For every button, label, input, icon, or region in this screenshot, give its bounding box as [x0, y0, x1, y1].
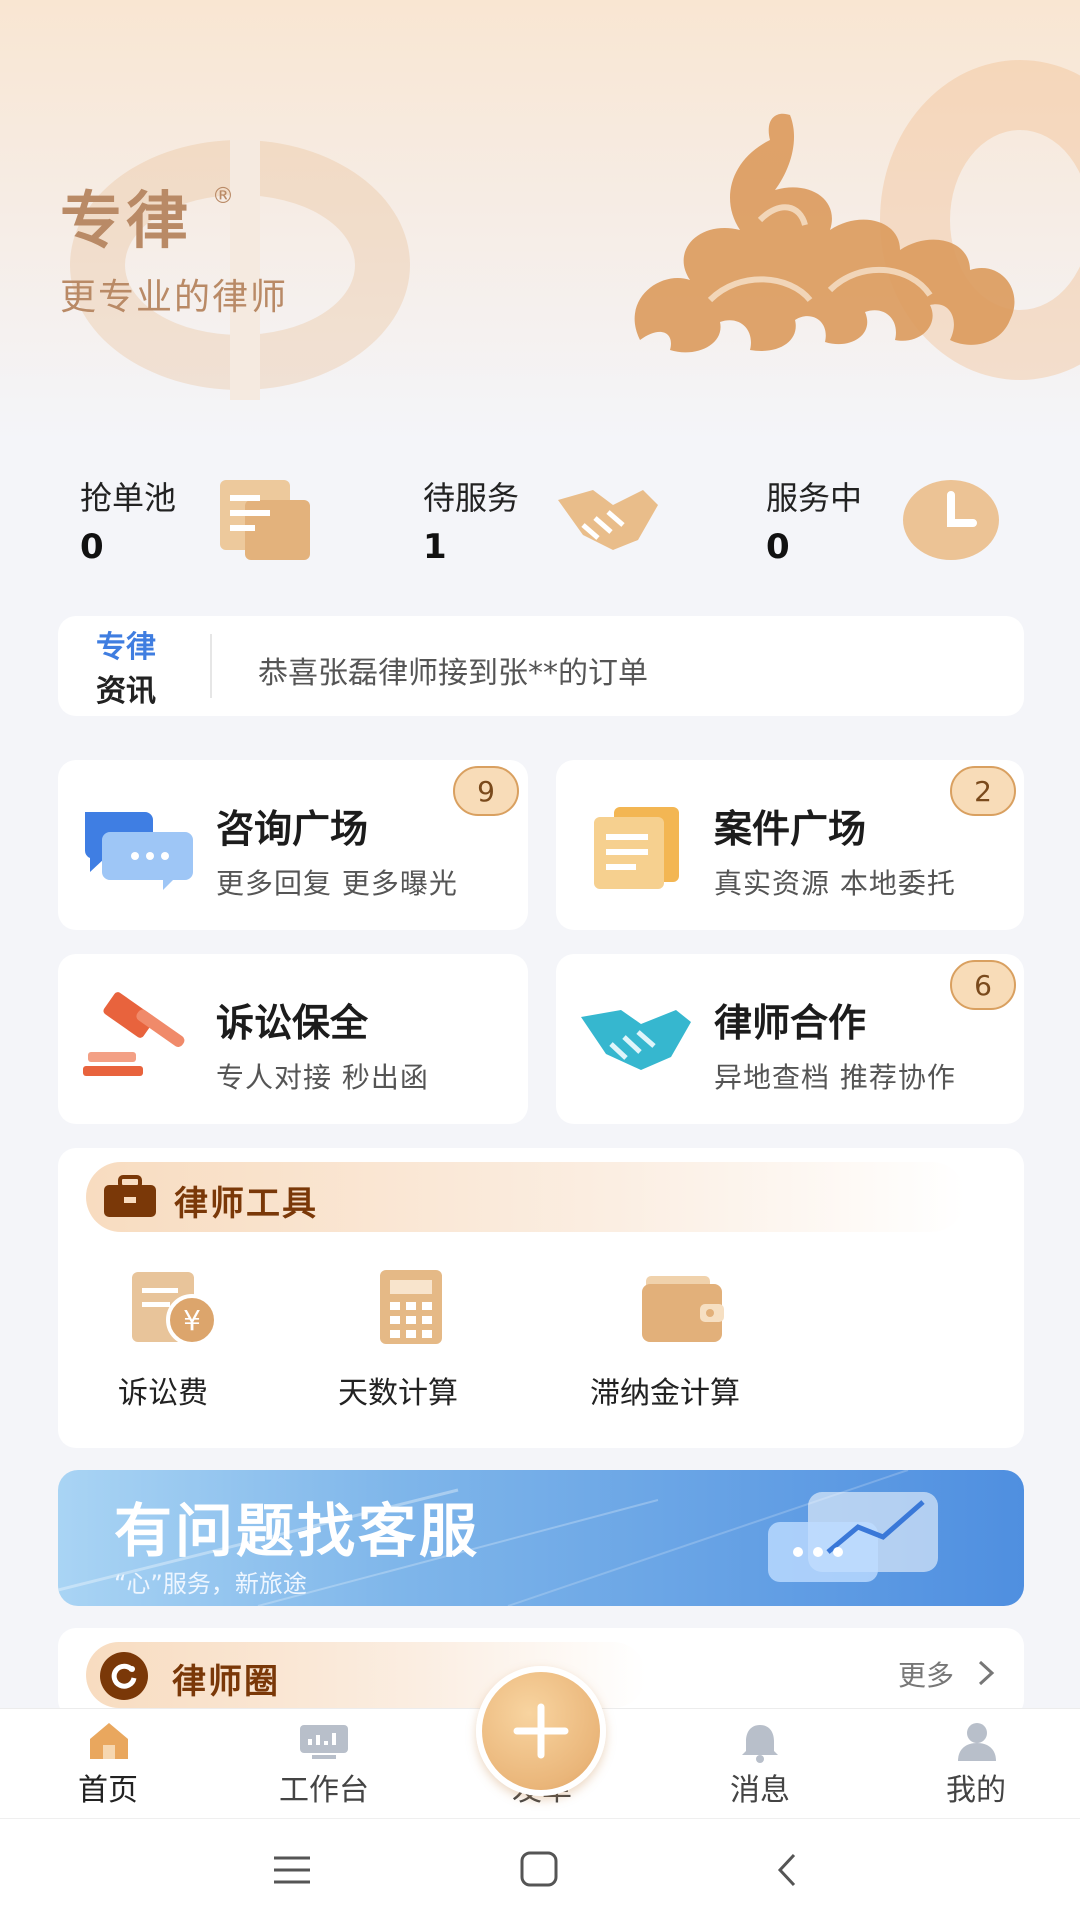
tile-case-square[interactable]: 案件广场 真实资源 本地委托 2: [556, 760, 1024, 930]
tile-title: 律师合作: [714, 1001, 867, 1045]
count-badge: 6: [950, 960, 1016, 1010]
stat-label: 抢单池: [80, 479, 177, 517]
banner-subtitle: “心”服务，新旅途: [114, 1570, 307, 1598]
header-banner: 专律 ® 更专业的律师: [0, 0, 1080, 440]
stat-value: 1: [423, 527, 447, 567]
lawyer-tools-header: 律师工具: [86, 1162, 966, 1232]
customer-service-banner[interactable]: 有问题找客服 “心”服务，新旅途: [58, 1470, 1024, 1606]
user-icon: [958, 1723, 996, 1761]
tile-litigation-preservation[interactable]: 诉讼保全 专人对接 秒出函: [58, 954, 528, 1124]
calculator-icon: [380, 1270, 442, 1344]
news-ticker[interactable]: 专律 资讯 恭喜张磊律师接到张**的订单: [58, 616, 1024, 716]
menu-icon[interactable]: [270, 1853, 314, 1887]
stat-pending-service[interactable]: 待服务 1: [423, 465, 683, 575]
tile-title: 诉讼保全: [216, 1001, 369, 1045]
registered-mark: ®: [212, 184, 234, 209]
chat-bubbles-icon: [84, 812, 193, 890]
tool-litigation-fee[interactable]: ¥ 诉讼费: [88, 1268, 248, 1428]
tile-subtitle: 真实资源 本地委托: [714, 867, 956, 900]
tile-consult-square[interactable]: 咨询广场 更多回复 更多曝光 9: [58, 760, 528, 930]
chevron-right-icon[interactable]: [976, 1658, 996, 1688]
document-icon: [220, 480, 310, 560]
news-divider: [210, 634, 212, 698]
clock-icon: [903, 480, 999, 560]
tile-subtitle: 更多回复 更多曝光: [216, 867, 458, 900]
tool-label: 滞纳金计算: [590, 1376, 740, 1411]
brand-title: 专律: [60, 184, 193, 257]
banner-title: 有问题找客服: [114, 1497, 481, 1565]
tool-label: 天数计算: [338, 1376, 458, 1411]
count-badge: 9: [453, 766, 519, 816]
svg-text:¥: ¥: [183, 1304, 201, 1337]
tool-late-fee-calculator[interactable]: 滞纳金计算: [578, 1268, 778, 1428]
stat-label: 待服务: [423, 479, 520, 517]
fee-icon: ¥: [132, 1272, 218, 1346]
tab-label: 工作台: [279, 1773, 369, 1808]
brand-slogan: 更专业的律师: [60, 277, 289, 318]
count-badge: 2: [950, 766, 1016, 816]
tab-workbench[interactable]: 工作台: [254, 1719, 394, 1815]
tab-label: 我的: [946, 1773, 1006, 1808]
tab-label: 首页: [78, 1773, 138, 1808]
post-order-button[interactable]: [476, 1666, 606, 1796]
stat-value: 0: [80, 527, 104, 567]
stat-value: 0: [766, 527, 790, 567]
home-icon: [90, 1723, 128, 1759]
briefcase-icon: [104, 1175, 156, 1217]
tab-home[interactable]: 首页: [38, 1719, 178, 1815]
monitor-icon: [300, 1725, 348, 1759]
tile-subtitle: 异地查档 推荐协作: [714, 1061, 956, 1094]
back-icon[interactable]: [772, 1851, 802, 1889]
more-link[interactable]: 更多: [898, 1654, 954, 1694]
tile-lawyer-cooperation[interactable]: 律师合作 异地查档 推荐协作 6: [556, 954, 1024, 1124]
lawyer-tools-panel: 律师工具 ¥ 诉讼费 天数计算 滞纳金计算: [58, 1148, 1024, 1448]
tile-title: 咨询广场: [216, 807, 369, 851]
tab-label: 消息: [730, 1773, 790, 1808]
dragon-emblem: [634, 113, 1015, 353]
tab-profile[interactable]: 我的: [906, 1719, 1046, 1815]
stat-in-service[interactable]: 服务中 0: [766, 465, 1026, 575]
tool-label: 诉讼费: [118, 1376, 208, 1411]
plus-icon: [513, 1703, 569, 1759]
tile-subtitle: 专人对接 秒出函: [216, 1061, 429, 1094]
news-text: 恭喜张磊律师接到张**的订单: [258, 656, 648, 691]
tile-title: 案件广场: [714, 807, 867, 851]
news-brand-line2: 资讯: [96, 674, 156, 709]
news-brand-line1: 专律: [96, 630, 156, 665]
gavel-icon: [83, 992, 185, 1076]
refresh-circle-icon: [100, 1652, 148, 1700]
stat-grab-pool[interactable]: 抢单池 0: [80, 465, 340, 575]
lawyer-tools-title: 律师工具: [174, 1184, 318, 1224]
stat-label: 服务中: [766, 479, 863, 517]
tab-messages[interactable]: 消息: [690, 1719, 830, 1815]
tool-day-calculator[interactable]: 天数计算: [328, 1268, 488, 1428]
wallet-icon: [642, 1276, 724, 1342]
lawyer-circle-title: 律师圈: [172, 1662, 280, 1702]
home-square-icon[interactable]: [518, 1849, 560, 1889]
chat-chart-icon: [768, 1492, 938, 1582]
handshake-icon: [581, 1010, 691, 1070]
system-navigation-bar: [0, 1818, 1080, 1920]
bell-icon: [742, 1725, 778, 1763]
handshake-icon: [558, 490, 658, 550]
documents-icon: [594, 807, 679, 889]
